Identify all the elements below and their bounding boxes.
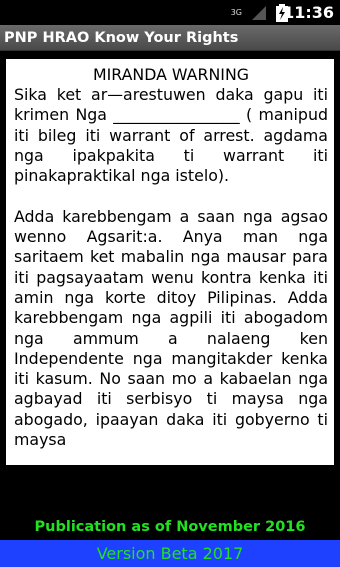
- app-title-bar: PNP HRAO Know Your Rights: [0, 25, 340, 51]
- document-scroll-view[interactable]: MIRANDA WARNING Sika ket ar—arestuwen da…: [6, 59, 334, 465]
- status-icons: 3G: [231, 4, 288, 22]
- status-clock: 11:36: [283, 3, 334, 22]
- document-paragraph-1: Sika ket ar—arestuwen daka gapu iti krim…: [14, 85, 328, 186]
- network-type-label: 3G: [230, 8, 242, 17]
- version-label: Version Beta 2017: [96, 544, 244, 563]
- app-title: PNP HRAO Know Your Rights: [4, 30, 239, 46]
- status-bar: 3G 11:36: [0, 0, 340, 25]
- document-paragraph-2: Adda karebbengam a saan nga agsao wenno …: [14, 206, 328, 450]
- signal-icon: [252, 6, 266, 20]
- version-bar: Version Beta 2017: [0, 540, 340, 567]
- content-frame: MIRANDA WARNING Sika ket ar—arestuwen da…: [0, 51, 340, 465]
- publication-date-label: Publication as of November 2016: [34, 519, 306, 535]
- document-heading: MIRANDA WARNING: [92, 65, 250, 84]
